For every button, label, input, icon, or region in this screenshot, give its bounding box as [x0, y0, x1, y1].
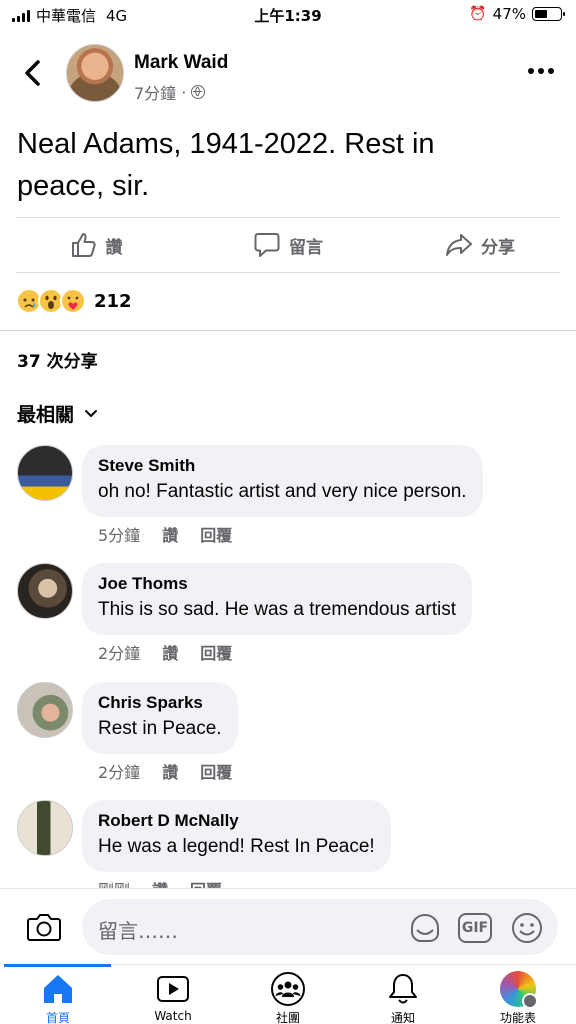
comment-label: 留言	[289, 237, 323, 258]
share-arrow-icon	[446, 234, 472, 256]
post-meta: 7分鐘 ·	[134, 80, 206, 104]
care-reaction-icon	[60, 288, 86, 314]
commenter-avatar[interactable]	[17, 563, 73, 619]
sticker-icon[interactable]	[408, 911, 442, 945]
commenter-name[interactable]: Joe Thoms	[98, 573, 456, 595]
gif-label: GIF	[461, 920, 489, 936]
comment-time: 2分鐘	[98, 763, 141, 782]
comment-reply-button[interactable]: 回覆	[200, 640, 232, 664]
home-icon	[44, 975, 72, 1003]
comment-text: Rest in Peace.	[98, 718, 222, 739]
groups-icon	[271, 972, 305, 1006]
comment-text: This is so sad. He was a tremendous arti…	[98, 599, 456, 620]
comment-time: 2分鐘	[98, 644, 141, 663]
menu-icon	[500, 971, 538, 1009]
comment-bubble[interactable]: Joe Thoms This is so sad. He was a treme…	[82, 563, 472, 635]
comment-placeholder: 留言……	[98, 919, 178, 943]
comment-meta: 5分鐘 讚 回覆	[98, 522, 232, 546]
bell-icon	[389, 974, 417, 1004]
more-options-icon[interactable]	[528, 68, 554, 74]
commenter-name[interactable]: Steve Smith	[98, 455, 467, 477]
commenter-name[interactable]: Chris Sparks	[98, 692, 222, 714]
share-count[interactable]: 37 次分享	[17, 347, 98, 372]
tab-label: Watch	[154, 1009, 192, 1023]
back-arrow-icon[interactable]	[18, 58, 48, 88]
alarm-icon: ⏰	[469, 6, 487, 22]
bottom-tab-bar: 首頁 Watch 社團 通知 功能表	[0, 964, 576, 1024]
post-actions: 讚 留言 分享	[0, 220, 576, 270]
comment-reply-button[interactable]: 回覆	[200, 759, 232, 783]
like-label: 讚	[105, 237, 123, 258]
comment-like-button[interactable]: 讚	[162, 759, 178, 783]
tab-label: 首頁	[45, 1011, 70, 1024]
comment-like-button[interactable]: 讚	[162, 522, 178, 546]
commenter-name[interactable]: Robert D McNally	[98, 810, 375, 832]
emoji-icon[interactable]	[510, 911, 544, 945]
active-tab-indicator	[4, 964, 111, 967]
comment-button[interactable]: 留言	[192, 220, 384, 270]
tab-notifications[interactable]: 通知	[353, 971, 453, 1024]
tab-label: 通知	[390, 1011, 415, 1024]
tab-label: 功能表	[499, 1011, 536, 1024]
globe-icon	[191, 85, 206, 99]
tab-label: 社團	[275, 1011, 300, 1024]
post-header: Mark Waid 7分鐘 ·	[0, 40, 576, 104]
meta-separator: ·	[181, 82, 187, 102]
comment-bubble[interactable]: Chris Sparks Rest in Peace.	[82, 682, 238, 754]
tab-watch[interactable]: Watch	[123, 971, 223, 1023]
reaction-count: 212	[94, 290, 132, 312]
comment-text: oh no! Fantastic artist and very nice pe…	[98, 481, 467, 502]
author-avatar[interactable]	[66, 44, 124, 102]
section-separator	[0, 330, 576, 331]
tab-menu[interactable]: 功能表	[468, 971, 568, 1024]
comment-bubble[interactable]: Robert D McNally He was a legend! Rest I…	[82, 800, 391, 872]
post-text-line-1: Neal Adams, 1941-2022. Rest in	[17, 128, 435, 160]
reactions-summary[interactable]: 212	[16, 288, 132, 314]
comment-text: He was a legend! Rest In Peace!	[98, 836, 375, 857]
comment-bubble[interactable]: Steve Smith oh no! Fantastic artist and …	[82, 445, 483, 517]
commenter-avatar[interactable]	[17, 445, 73, 501]
camera-icon[interactable]	[26, 911, 62, 943]
thumbs-up-icon	[71, 233, 96, 257]
post-time[interactable]: 7分鐘	[134, 80, 176, 104]
divider	[16, 217, 560, 218]
commenter-avatar[interactable]	[17, 682, 73, 738]
share-button[interactable]: 分享	[384, 220, 576, 270]
comment-composer: 留言…… GIF	[0, 888, 576, 964]
comment-icon	[254, 233, 280, 257]
comment-meta: 2分鐘 讚 回覆	[98, 640, 232, 664]
share-label: 分享	[481, 237, 515, 258]
comment-sort-dropdown[interactable]: 最相關	[17, 400, 98, 427]
tab-home[interactable]: 首頁	[8, 971, 108, 1024]
like-button[interactable]: 讚	[0, 220, 192, 270]
post-text: Neal Adams, 1941-2022. Rest in peace, si…	[17, 123, 557, 207]
commenter-avatar[interactable]	[17, 800, 73, 856]
comment-reply-button[interactable]: 回覆	[200, 522, 232, 546]
comment-like-button[interactable]: 讚	[162, 640, 178, 664]
post-text-line-2: peace, sir.	[17, 170, 150, 202]
status-bar: 中華電信 4G 上午1:39 ⏰ 47%	[0, 0, 576, 30]
comment-time: 5分鐘	[98, 526, 141, 545]
chevron-down-icon	[85, 409, 98, 417]
sort-label: 最相關	[17, 404, 75, 426]
comment-input[interactable]: 留言…… GIF	[82, 899, 558, 955]
watch-icon	[157, 976, 189, 1002]
author-name[interactable]: Mark Waid	[134, 52, 228, 74]
battery-icon	[532, 7, 565, 21]
divider	[16, 272, 560, 273]
gif-icon[interactable]: GIF	[458, 913, 492, 943]
comment-meta: 2分鐘 讚 回覆	[98, 759, 232, 783]
battery-percent: 47%	[492, 5, 526, 23]
tab-groups[interactable]: 社團	[238, 971, 338, 1024]
